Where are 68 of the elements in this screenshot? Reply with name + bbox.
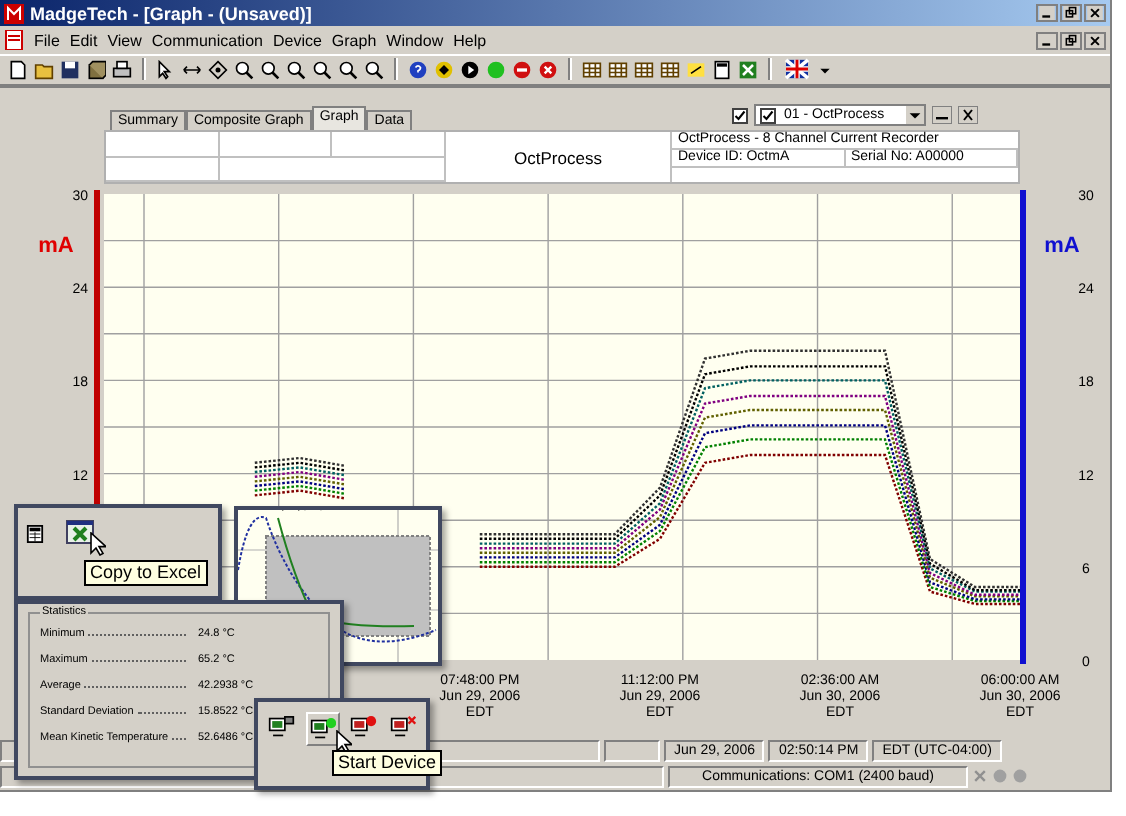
checkbox[interactable] xyxy=(732,107,748,124)
play-icon[interactable] xyxy=(460,59,480,80)
pointer-icon[interactable] xyxy=(156,59,176,80)
tooltip: Copy to Excel xyxy=(84,560,208,586)
axis-label: mA xyxy=(1044,234,1080,259)
cube-icon[interactable] xyxy=(86,59,106,80)
checkbox[interactable] xyxy=(760,107,776,124)
magnifier-icon[interactable] xyxy=(286,59,306,80)
diamond-icon[interactable] xyxy=(434,59,454,80)
cancel-icon[interactable] xyxy=(538,59,558,80)
axis-label: mA xyxy=(38,234,74,259)
calculator-icon[interactable] xyxy=(712,59,732,80)
minimize-icon[interactable] xyxy=(1036,4,1058,23)
save-icon[interactable] xyxy=(60,59,80,80)
table-icon[interactable] xyxy=(634,59,654,80)
zoom-in-icon[interactable] xyxy=(234,59,254,80)
graph-title: OctProcess xyxy=(446,132,672,183)
menu-item[interactable]: Help xyxy=(453,31,487,50)
open-folder-icon[interactable] xyxy=(34,59,54,80)
table-icon[interactable] xyxy=(608,59,628,80)
calculator-icon[interactable] xyxy=(26,524,44,544)
header-cell xyxy=(332,132,446,158)
header-cell xyxy=(219,132,333,158)
cursor-icon xyxy=(336,730,352,754)
menu-item[interactable]: Communication xyxy=(151,31,263,50)
magnifier-icon[interactable] xyxy=(364,59,384,80)
close-icon[interactable] xyxy=(1084,4,1106,23)
menu-item[interactable]: Window xyxy=(386,31,444,50)
menu-item[interactable]: Graph xyxy=(331,31,377,50)
table-icon[interactable] xyxy=(660,59,680,80)
crosshair-icon[interactable] xyxy=(208,59,228,80)
restore-icon[interactable] xyxy=(1060,4,1082,23)
menu-item[interactable]: View xyxy=(107,31,142,50)
zoom-out-icon[interactable] xyxy=(260,59,280,80)
header-cell xyxy=(106,132,220,158)
new-file-icon[interactable] xyxy=(8,59,28,80)
spreadsheet-icon[interactable] xyxy=(66,520,94,544)
menu-item[interactable]: Edit xyxy=(69,31,98,50)
tooltip: Start Device xyxy=(332,750,443,776)
minimize-icon[interactable] xyxy=(932,106,952,125)
status-panel xyxy=(604,739,660,762)
close-icon[interactable] xyxy=(958,106,978,125)
cancel-device-icon[interactable] xyxy=(387,712,418,742)
app-icon xyxy=(4,3,24,24)
window-title: MadgeTech - [Graph - (Unsaved)] xyxy=(30,3,312,24)
document-icon xyxy=(4,30,24,51)
header-cell xyxy=(106,157,220,183)
device-icon[interactable] xyxy=(266,712,297,742)
stop-icon[interactable] xyxy=(512,59,532,80)
printer-icon[interactable] xyxy=(112,59,132,80)
stop-device-icon[interactable] xyxy=(348,712,379,742)
menu-item[interactable]: File xyxy=(34,31,60,50)
minimize-icon[interactable] xyxy=(1036,31,1058,50)
leader-line xyxy=(91,660,186,662)
leader-line xyxy=(84,686,186,688)
magnifier-icon[interactable] xyxy=(338,59,358,80)
table-icon[interactable] xyxy=(582,59,602,80)
leader-line xyxy=(137,712,186,714)
flag-icon[interactable] xyxy=(782,58,812,81)
cursor-icon xyxy=(90,532,106,556)
help-icon[interactable] xyxy=(408,59,428,80)
leader-line xyxy=(172,738,186,740)
menu-item[interactable]: Device xyxy=(272,31,322,50)
leader-line xyxy=(88,634,186,636)
restore-icon[interactable] xyxy=(1060,31,1082,50)
close-icon[interactable] xyxy=(1084,31,1106,50)
magnifier-icon[interactable] xyxy=(312,59,332,80)
key-icon[interactable] xyxy=(686,59,706,80)
